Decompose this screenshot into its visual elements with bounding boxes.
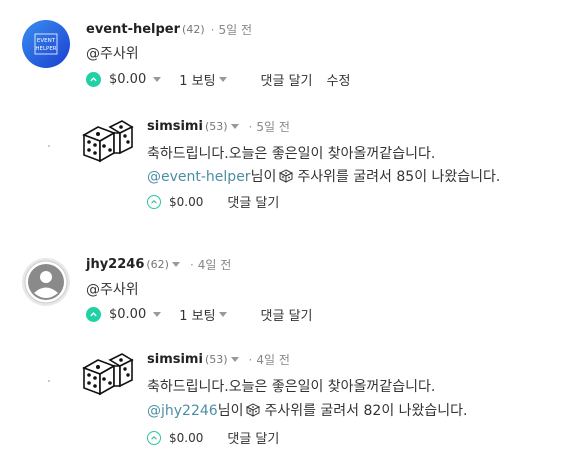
simsimi-avatar[interactable]	[82, 352, 134, 398]
author-reputation: (42)	[182, 23, 205, 36]
svg-text:HELPER: HELPER	[35, 46, 56, 52]
body-text-mid: 님이	[250, 169, 277, 185]
dice-icon	[279, 169, 294, 183]
caret-down-icon[interactable]	[153, 77, 162, 82]
svg-text:EVENT: EVENT	[37, 38, 56, 44]
comment-body-line1: 축하드립니다.오늘은 좋은일이 찾아올꺼같습니다.	[147, 379, 436, 395]
payout-amount: $0.00	[169, 194, 204, 209]
comment-body-line1: 축하드립니다.오늘은 좋은일이 찾아올꺼같습니다.	[147, 146, 436, 162]
thread-dot	[48, 380, 50, 382]
caret-down-icon	[218, 77, 227, 82]
thread-dot	[48, 145, 50, 147]
author-reputation: (53)	[204, 353, 228, 366]
mention-link[interactable]: @event-helper	[147, 169, 251, 185]
comment-actions: $0.00 댓글 달기	[147, 428, 279, 447]
comment-time[interactable]: 5일 전	[218, 21, 252, 38]
caret-down-icon[interactable]	[171, 262, 180, 267]
comment-body-line2: @event-helper님이 주사위를 굴려서 85이 나왔습니다.	[147, 166, 500, 186]
simsimi-avatar[interactable]	[82, 119, 134, 165]
separator-dot: ·	[210, 22, 215, 37]
separator-dot: ·	[248, 119, 253, 134]
comment-meta: simsimi (53) · 4일 전	[147, 351, 290, 368]
votes-count[interactable]: 1 보팅	[179, 305, 230, 324]
caret-down-icon[interactable]	[230, 124, 239, 129]
comment-body: @주사위	[86, 282, 139, 298]
payout-amount: $0.00	[109, 72, 147, 87]
comment-meta: jhy2246 (62) · 4일 전	[86, 256, 231, 273]
author-reputation: (53)	[204, 120, 228, 133]
reply-link[interactable]: 댓글 달기	[227, 192, 279, 211]
body-text-end: 주사위를 굴려서 82이 나왔습니다.	[264, 403, 468, 419]
comment-body-line2: @jhy2246님이 주사위를 굴려서 82이 나왔습니다.	[147, 400, 468, 420]
author-name[interactable]: event-helper	[86, 22, 180, 37]
event-helper-logo-icon: EVENT HELPER	[34, 33, 58, 55]
dice-icon	[246, 403, 261, 417]
body-text-end: 주사위를 굴려서 85이 나왔습니다.	[297, 169, 501, 185]
reply-link[interactable]: 댓글 달기	[261, 70, 313, 89]
separator-dot: ·	[189, 257, 194, 272]
dice-icon	[82, 120, 134, 163]
edit-link[interactable]: 수정	[327, 70, 351, 89]
user-avatar-icon	[24, 260, 68, 304]
caret-down-icon[interactable]	[153, 312, 162, 317]
upvote-icon[interactable]	[147, 194, 161, 209]
author-reputation: (62)	[146, 258, 169, 271]
comment-body: @주사위	[86, 46, 139, 62]
payout-amount: $0.00	[109, 307, 147, 322]
author-name[interactable]: jhy2246	[86, 257, 144, 272]
separator-dot: ·	[248, 352, 253, 367]
reply-link[interactable]: 댓글 달기	[261, 305, 313, 324]
comment-time[interactable]: 4일 전	[198, 256, 232, 273]
mention-link[interactable]: @jhy2246	[147, 403, 218, 419]
event-helper-avatar[interactable]: EVENT HELPER	[22, 20, 70, 68]
caret-down-icon[interactable]	[230, 357, 239, 362]
comment-time[interactable]: 5일 전	[256, 118, 290, 135]
comment-actions: $0.00 1 보팅 댓글 달기	[86, 305, 313, 324]
payout-amount: $0.00	[169, 430, 204, 445]
author-name[interactable]: simsimi	[147, 352, 203, 367]
reply-link[interactable]: 댓글 달기	[227, 428, 279, 447]
upvote-icon[interactable]	[86, 307, 101, 322]
body-text-mid: 님이	[217, 403, 244, 419]
votes-count[interactable]: 1 보팅	[179, 70, 230, 89]
comment-actions: $0.00 1 보팅 댓글 달기 수정	[86, 70, 350, 89]
votes-label: 1 보팅	[179, 309, 216, 324]
upvote-icon[interactable]	[86, 72, 101, 87]
dice-icon	[82, 353, 134, 396]
jhy2246-avatar[interactable]	[22, 258, 70, 306]
comment-time[interactable]: 4일 전	[256, 351, 290, 368]
votes-label: 1 보팅	[179, 74, 216, 89]
comment-meta: event-helper (42) · 5일 전	[86, 21, 252, 38]
comment-meta: simsimi (53) · 5일 전	[147, 118, 290, 135]
comment-actions: $0.00 댓글 달기	[147, 192, 279, 211]
upvote-icon[interactable]	[147, 430, 161, 445]
author-name[interactable]: simsimi	[147, 119, 203, 134]
caret-down-icon	[218, 312, 227, 317]
